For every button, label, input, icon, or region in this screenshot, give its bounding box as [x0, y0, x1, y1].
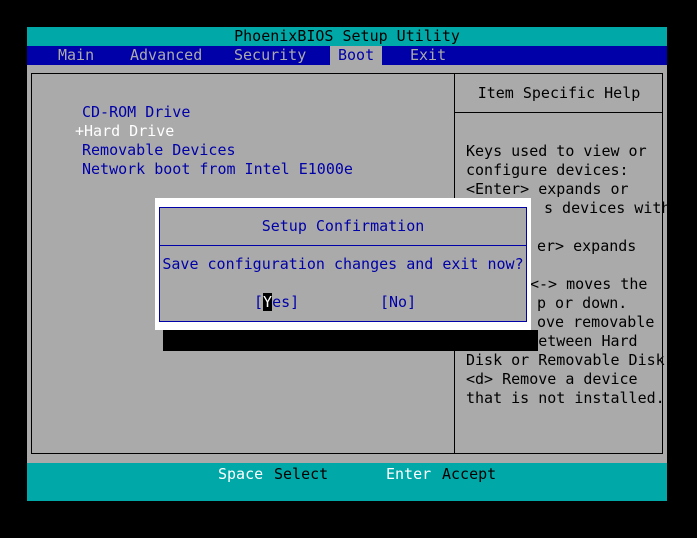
yes-rest: es] — [272, 293, 300, 311]
status-key-space: Space — [218, 465, 264, 483]
yes-hotkey: Y — [263, 293, 273, 311]
help-line: that is not installed. — [466, 389, 665, 407]
help-title-divider — [455, 112, 663, 113]
dialog-title: Setup Confirmation — [261, 217, 425, 235]
yes-bracket: [ — [254, 293, 264, 311]
dialog-separator — [159, 245, 527, 246]
menu-advanced[interactable]: Advanced — [130, 46, 202, 65]
help-line: <Enter> expands or — [466, 180, 629, 198]
boot-item-hard-drive[interactable]: +Hard Drive — [75, 122, 174, 141]
status-bar: Space Select Enter Accept — [27, 463, 667, 501]
help-line: Keys used to view or — [466, 142, 647, 160]
help-line: <d> Remove a device — [466, 370, 638, 388]
menu-main[interactable]: Main — [58, 46, 94, 65]
menu-security[interactable]: Security — [234, 46, 306, 65]
yes-button[interactable]: [Yes] — [254, 293, 299, 312]
menu-exit[interactable]: Exit — [410, 46, 446, 65]
help-line: configure devices: — [466, 161, 629, 179]
boot-item-removable[interactable]: Removable Devices — [82, 141, 236, 160]
status-action-accept: Accept — [442, 465, 497, 483]
boot-item-cdrom[interactable]: CD-ROM Drive — [82, 103, 190, 122]
dialog-shadow — [163, 330, 538, 351]
help-title: Item Specific Help — [477, 84, 641, 102]
status-key-enter: Enter — [386, 465, 432, 483]
no-button[interactable]: [No] — [380, 293, 416, 312]
window-title: PhoenixBIOS Setup Utility — [27, 27, 667, 46]
boot-item-network[interactable]: Network boot from Intel E1000e — [82, 160, 353, 179]
menu-bar: Main Advanced Security Boot Exit — [27, 46, 667, 65]
dialog-message: Save configuration changes and exit now? — [162, 255, 524, 273]
menu-boot[interactable]: Boot — [330, 46, 383, 65]
help-line: Disk or Removable Disk — [466, 351, 665, 369]
status-action-select: Select — [274, 465, 329, 483]
